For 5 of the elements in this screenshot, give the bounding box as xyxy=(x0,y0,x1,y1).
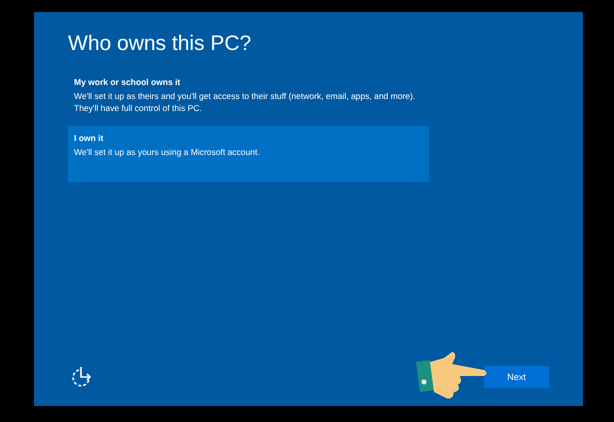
accessibility-icon[interactable] xyxy=(71,366,93,388)
ownership-option[interactable]: I own it We'll set it up as yours using a Microsoft account. xyxy=(68,126,429,182)
page-title: Who owns this PC? xyxy=(68,32,252,56)
next-button[interactable]: Next xyxy=(484,366,549,388)
ownership-option[interactable]: My work or school owns it We'll set it up as theirs and you'll get access to their stuff (network, email, apps, and more). They'll have full control of this PC. xyxy=(68,70,429,122)
